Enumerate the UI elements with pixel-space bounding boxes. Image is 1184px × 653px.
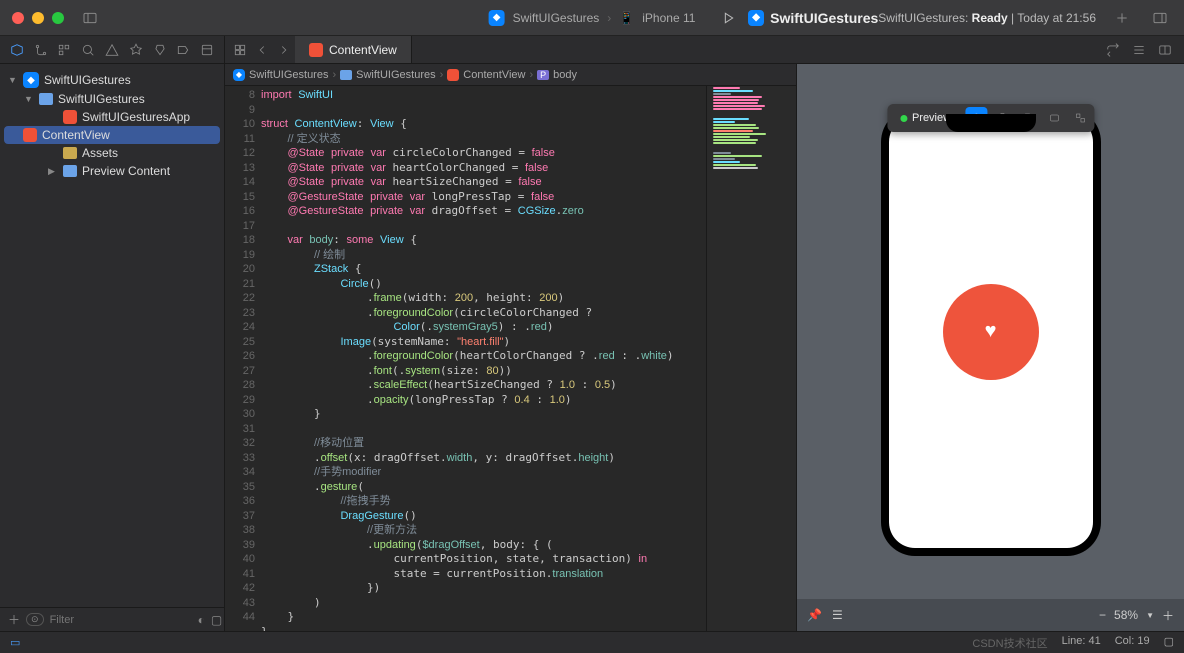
add-tab-icon[interactable]: [1110, 6, 1134, 30]
heart-icon: ♥: [985, 320, 997, 343]
toolbar: ContentView: [0, 36, 1184, 64]
filter-input[interactable]: [50, 614, 192, 626]
live-indicator-icon: [900, 115, 907, 122]
canvas-bottom-bar: 📌 ☰ − 58% ▼ ＋: [797, 599, 1184, 631]
nav-tests-icon[interactable]: [127, 39, 145, 61]
folder-icon: [63, 165, 77, 177]
canvas-preview: Preview ♥ 📌 ☰ − 58%: [796, 64, 1184, 631]
nav-symbols-icon[interactable]: [56, 39, 74, 61]
status-bar: ▭ CSDN技术社区 Line: 41 Col: 19 ▢: [0, 631, 1184, 653]
nav-find-icon[interactable]: [79, 39, 97, 61]
device-name: iPhone 11: [642, 11, 695, 25]
add-icon[interactable]: ＋: [8, 611, 20, 628]
scheme-picker[interactable]: ◆ SwiftUIGestures › 📱 iPhone 11: [489, 10, 696, 26]
device-frame: ♥: [881, 108, 1101, 556]
app-icon: ◆: [233, 69, 245, 81]
adjust-editor-icon[interactable]: [1128, 39, 1150, 61]
scheme-app-icon: ◆: [489, 10, 505, 26]
add-editor-icon[interactable]: [1154, 39, 1176, 61]
nav-back-icon[interactable]: [251, 39, 273, 61]
device-screen[interactable]: ♥: [889, 116, 1093, 548]
editor-mode-icon[interactable]: ▢: [1164, 635, 1174, 651]
tree-file-contentview[interactable]: ContentView: [4, 126, 220, 144]
navigator-bottom-bar: ＋ ⊙ ◐ ▢: [0, 607, 224, 631]
folder-icon: [340, 70, 352, 80]
code-editor[interactable]: 8910111213141516171819202122232425262728…: [225, 86, 796, 631]
toggle-nav-icon[interactable]: [78, 6, 102, 30]
cursor-col: Col: 19: [1115, 635, 1150, 651]
swift-icon: [447, 69, 459, 81]
zoom-window-button[interactable]: [52, 12, 64, 24]
minimize-window-button[interactable]: [32, 12, 44, 24]
zoom-in-icon[interactable]: ＋: [1162, 607, 1174, 624]
nav-reports-icon[interactable]: [198, 39, 216, 61]
toggle-inspectors-icon[interactable]: [1148, 6, 1172, 30]
filter-scope-icon[interactable]: ⊙: [26, 613, 44, 626]
variants-icon[interactable]: [1069, 107, 1091, 129]
main-area: ▼◆SwiftUIGestures ▼SwiftUIGestures Swift…: [0, 64, 1184, 631]
editor-options-icon[interactable]: [1102, 39, 1124, 61]
tree-file-app[interactable]: SwiftUIGesturesApp: [0, 108, 224, 126]
zoom-level[interactable]: 58%: [1114, 608, 1138, 622]
debug-area-icon[interactable]: ▭: [10, 636, 20, 649]
device-icon: 📱: [619, 11, 634, 25]
build-status: SwiftUIGestures: Ready | Today at 21:56: [878, 11, 1096, 25]
zoom-dropdown-icon[interactable]: ▼: [1146, 611, 1154, 620]
circle-view[interactable]: ♥: [943, 284, 1039, 380]
swift-icon: [63, 110, 77, 124]
project-name: SwiftUIGestures: [770, 10, 878, 26]
project-title: ◆ SwiftUIGestures: [748, 10, 878, 26]
zoom-out-icon[interactable]: −: [1099, 608, 1106, 622]
device-notch: [946, 114, 1036, 132]
minimap[interactable]: [706, 86, 796, 631]
code-content[interactable]: import SwiftUI struct ContentView: View …: [261, 86, 706, 631]
scheme-name: SwiftUIGestures: [513, 11, 600, 25]
recent-icon[interactable]: ◐: [198, 613, 205, 627]
close-window-button[interactable]: [12, 12, 24, 24]
window-controls: [12, 12, 64, 24]
property-icon: P: [537, 70, 549, 80]
project-icon: ◆: [23, 72, 39, 88]
related-items-icon[interactable]: [229, 39, 251, 61]
run-button[interactable]: [716, 6, 740, 30]
assets-icon: [63, 147, 77, 159]
preview-layout-icon[interactable]: ☰: [832, 608, 843, 622]
watermark: CSDN技术社区: [972, 635, 1047, 651]
nav-source-icon[interactable]: [32, 39, 50, 61]
swift-icon: [309, 43, 323, 57]
tree-file-assets[interactable]: Assets: [0, 144, 224, 162]
scm-icon[interactable]: ▢: [211, 613, 222, 627]
project-navigator: ▼◆SwiftUIGestures ▼SwiftUIGestures Swift…: [0, 64, 225, 631]
app-icon: ◆: [748, 10, 764, 26]
jump-bar[interactable]: ◆ SwiftUIGestures› SwiftUIGestures› Cont…: [225, 64, 796, 86]
cursor-line: Line: 41: [1062, 635, 1101, 651]
nav-forward-icon[interactable]: [273, 39, 295, 61]
device-settings-icon[interactable]: [1043, 107, 1065, 129]
nav-issues-icon[interactable]: [103, 39, 121, 61]
swift-icon: [23, 128, 37, 142]
tree-root[interactable]: ▼◆SwiftUIGestures: [0, 70, 224, 90]
titlebar: ◆ SwiftUIGestures ◆ SwiftUIGestures › 📱 …: [0, 0, 1184, 36]
editor-column: ◆ SwiftUIGestures› SwiftUIGestures› Cont…: [225, 64, 796, 631]
tree-group[interactable]: ▼SwiftUIGestures: [0, 90, 224, 108]
tab-label: ContentView: [329, 43, 397, 57]
nav-breakpoints-icon[interactable]: [174, 39, 192, 61]
nav-debug-icon[interactable]: [151, 39, 169, 61]
editor-tab[interactable]: ContentView: [295, 36, 412, 63]
pin-preview-icon[interactable]: 📌: [807, 608, 822, 622]
nav-project-icon[interactable]: [8, 39, 26, 61]
line-gutter: 8910111213141516171819202122232425262728…: [225, 86, 261, 631]
folder-icon: [39, 93, 53, 105]
tree-folder-preview[interactable]: ▶Preview Content: [0, 162, 224, 180]
